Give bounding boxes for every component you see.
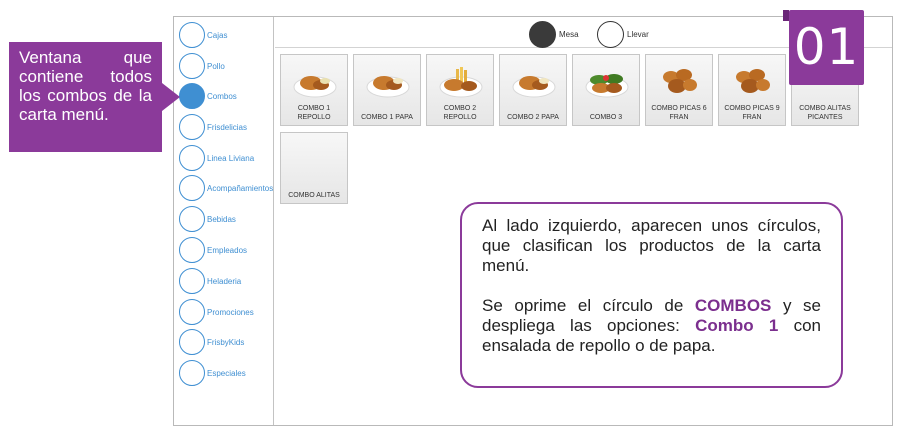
product-tile[interactable]: COMBO 1 PAPA bbox=[353, 54, 421, 126]
product-name: COMBO ALITAS bbox=[288, 192, 340, 199]
category-frisdelicias[interactable]: Frisdelicias bbox=[179, 112, 279, 142]
category-label: Empleados bbox=[207, 245, 248, 255]
order-mode-label: Llevar bbox=[627, 30, 649, 39]
category-circle bbox=[179, 237, 205, 263]
category-circle bbox=[179, 175, 205, 201]
category-empleados[interactable]: Empleados bbox=[179, 235, 279, 265]
category-bebidas[interactable]: Bebidas bbox=[179, 204, 279, 234]
product-tile[interactable]: COMBO 2 PAPA bbox=[499, 54, 567, 126]
category-acompanamientos[interactable]: Acompañamientos bbox=[179, 173, 279, 203]
category-circle bbox=[179, 329, 205, 355]
chicken-pieces-icon bbox=[663, 69, 697, 93]
category-label: Promociones bbox=[207, 307, 254, 317]
product-name: COMBO PICAS 9 FRAN bbox=[724, 105, 780, 121]
chicken-plate-icon bbox=[366, 76, 410, 98]
chicken-plate-icon bbox=[293, 76, 337, 98]
order-mode-label: Mesa bbox=[559, 30, 579, 39]
category-frisbykids[interactable]: FrisbyKids bbox=[179, 327, 279, 357]
radio-circle bbox=[529, 21, 556, 48]
instruction-note: Al lado izquierdo, aparecen unos círculo… bbox=[460, 202, 843, 388]
category-linea-liviana[interactable]: Linea Liviana bbox=[179, 143, 279, 173]
product-tile[interactable]: COMBO PICAS 6 FRAN bbox=[645, 54, 713, 126]
product-name: COMBO ALITAS PICANTES bbox=[799, 105, 851, 121]
category-label: Frisdelicias bbox=[207, 122, 248, 132]
order-mode-mesa[interactable]: Mesa bbox=[529, 21, 579, 48]
category-circle bbox=[179, 206, 205, 232]
note-keyword: Combo 1 bbox=[695, 316, 779, 335]
product-tile[interactable]: COMBO PICAS 9 FRAN bbox=[718, 54, 786, 126]
category-promociones[interactable]: Promociones bbox=[179, 297, 279, 327]
category-label: Heladeria bbox=[207, 276, 242, 286]
product-name: COMBO 3 bbox=[589, 114, 623, 121]
chicken-fries-icon bbox=[439, 67, 483, 98]
product-tile[interactable]: COMBO ALITAS bbox=[280, 132, 348, 204]
category-label: Acompañamientos bbox=[207, 183, 273, 193]
category-label: Linea Liviana bbox=[207, 153, 255, 163]
category-circle bbox=[179, 22, 205, 48]
category-circle bbox=[179, 299, 205, 325]
category-combos[interactable]: Combos bbox=[179, 81, 279, 111]
note-paragraph: Se oprime el círculo de COMBOS y se desp… bbox=[482, 296, 821, 356]
category-circle bbox=[179, 114, 205, 140]
chicken-salad-icon bbox=[585, 74, 629, 98]
category-circle bbox=[179, 360, 205, 386]
category-label: Bebidas bbox=[207, 214, 236, 224]
category-label: Especiales bbox=[207, 368, 246, 378]
radio-circle bbox=[597, 21, 624, 48]
step-badge: 01 bbox=[783, 10, 864, 85]
category-circle bbox=[179, 53, 205, 79]
category-label: Cajas bbox=[207, 30, 228, 40]
product-tile[interactable]: COMBO 2 REPOLLO bbox=[426, 54, 494, 126]
note-keyword: COMBOS bbox=[694, 296, 772, 315]
category-label: FrisbyKids bbox=[207, 337, 245, 347]
note-text: Se oprime el círculo de bbox=[482, 296, 695, 315]
product-name: COMBO 1 PAPA bbox=[361, 114, 413, 121]
category-sidebar: Cajas Pollo Combos Frisdelicias Linea Li… bbox=[174, 17, 274, 425]
category-label: Combos bbox=[207, 91, 237, 101]
category-label: Pollo bbox=[207, 61, 225, 71]
product-name: COMBO 2 PAPA bbox=[507, 114, 559, 121]
product-name: COMBO 2 REPOLLO bbox=[443, 105, 477, 121]
product-name: COMBO PICAS 6 FRAN bbox=[651, 105, 707, 121]
category-circle bbox=[179, 145, 205, 171]
category-circle bbox=[179, 268, 205, 294]
order-mode-llevar[interactable]: Llevar bbox=[597, 21, 649, 48]
category-especiales[interactable]: Especiales bbox=[179, 358, 279, 388]
category-cajas[interactable]: Cajas bbox=[179, 20, 279, 50]
chicken-plate-icon bbox=[512, 76, 556, 98]
category-heladeria[interactable]: Heladeria bbox=[179, 266, 279, 296]
product-tile[interactable]: COMBO 3 bbox=[572, 54, 640, 126]
callout-box: Ventana que contiene todos los combos de… bbox=[9, 42, 180, 152]
product-name: COMBO 1 REPOLLO bbox=[297, 105, 331, 121]
category-circle bbox=[179, 83, 205, 109]
category-pollo[interactable]: Pollo bbox=[179, 51, 279, 81]
note-paragraph: Al lado izquierdo, aparecen unos círculo… bbox=[482, 216, 821, 275]
product-tile[interactable]: COMBO 1 REPOLLO bbox=[280, 54, 348, 126]
chicken-pieces-icon bbox=[736, 69, 770, 93]
